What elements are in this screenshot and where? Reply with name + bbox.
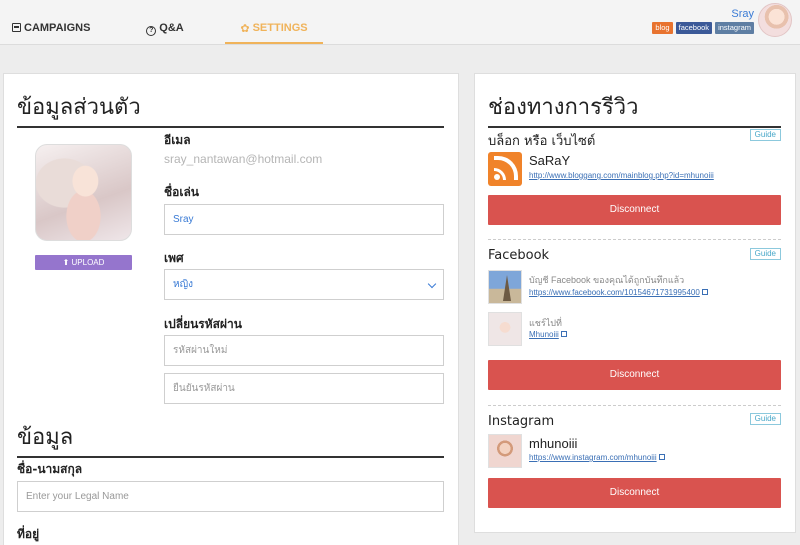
blog-url-link[interactable]: http://www.bloggang.com/mainblog.php?id=… xyxy=(529,171,714,180)
facebook-account-note: บัญชี Facebook ของคุณได้ถูกบันทึกแล้ว xyxy=(529,275,685,285)
divider xyxy=(488,239,781,240)
email-label: อีเมล xyxy=(164,133,191,147)
new-password-input[interactable]: รหัสผ่านใหม่ xyxy=(164,335,444,366)
external-link-icon xyxy=(560,331,567,337)
blog-name: SaRaY xyxy=(529,153,571,168)
confirm-password-input[interactable]: ยืนยันรหัสผ่าน xyxy=(164,373,444,404)
instagram-name: mhunoiii xyxy=(529,436,578,451)
info-title: ข้อมูล xyxy=(17,419,444,458)
blog-badge: blog xyxy=(652,22,673,34)
tab-settings-label: SETTINGS xyxy=(252,22,308,34)
facebook-account-thumbnail xyxy=(488,270,522,304)
personal-info-title: ข้อมูลส่วนตัว xyxy=(17,89,444,128)
tab-settings[interactable]: ✿ SETTINGS xyxy=(225,0,323,44)
instagram-url-link[interactable]: https://www.instagram.com/mhunoiii xyxy=(529,453,665,462)
external-link-icon xyxy=(658,454,665,460)
facebook-share-target: Mhunoiii xyxy=(529,330,559,339)
facebook-badge: facebook xyxy=(675,22,713,34)
question-icon: ? xyxy=(146,26,157,36)
gender-select[interactable]: หญิง xyxy=(164,269,444,300)
gender-select-value: หญิง xyxy=(173,279,193,290)
change-password-label: เปลี่ยนรหัสผ่าน xyxy=(164,317,242,331)
instagram-disconnect-button[interactable]: Disconnect xyxy=(488,478,781,508)
instagram-url: https://www.instagram.com/mhunoiii xyxy=(529,453,657,462)
top-nav: CAMPAIGNS ? Q&A ✿ SETTINGS Sray blog faceb… xyxy=(0,0,800,45)
gear-icon: ✿ xyxy=(240,23,250,35)
facebook-share-label: แชร์ไปที่ xyxy=(529,318,562,328)
facebook-share-link[interactable]: Mhunoiii xyxy=(529,330,567,339)
blog-section-title: บล็อก หรือ เว็บไซต์ xyxy=(488,134,596,149)
tab-qa[interactable]: ? Q&A xyxy=(140,0,190,44)
instagram-badge: instagram xyxy=(715,22,754,34)
address-label: ที่อยู่ xyxy=(17,527,40,541)
upload-button-label: UPLOAD xyxy=(71,258,105,267)
profile-photo xyxy=(35,144,132,241)
legal-name-label: ชื่อ-นามสกุล xyxy=(17,462,83,476)
tab-campaigns-label: CAMPAIGNS xyxy=(24,22,91,34)
instagram-section-title: Instagram xyxy=(488,414,555,429)
email-value: sray_nantawan@hotmail.com xyxy=(164,152,323,166)
tab-qa-label: Q&A xyxy=(159,22,184,34)
instagram-avatar xyxy=(488,434,522,468)
facebook-account-link[interactable]: https://www.facebook.com/101546717319954… xyxy=(529,288,708,297)
nickname-input[interactable]: Sray xyxy=(164,204,444,235)
facebook-account-url: https://www.facebook.com/101546717319954… xyxy=(529,288,700,297)
chevron-down-icon xyxy=(427,279,437,289)
tab-campaigns[interactable]: CAMPAIGNS xyxy=(12,0,92,44)
divider xyxy=(488,405,781,406)
user-avatar[interactable] xyxy=(758,3,792,37)
legal-name-input[interactable]: Enter your Legal Name xyxy=(17,481,444,512)
facebook-section-title: Facebook xyxy=(488,248,550,263)
nickname-label: ชื่อเล่น xyxy=(164,185,200,199)
review-channels-title: ช่องทางการรีวิว xyxy=(488,89,781,128)
upload-button[interactable]: ⬆ UPLOAD xyxy=(35,255,132,270)
user-name[interactable]: Sray xyxy=(731,8,754,20)
external-link-icon xyxy=(701,289,708,295)
facebook-share-thumbnail xyxy=(488,312,522,346)
blog-guide-button[interactable]: Guide xyxy=(749,129,781,141)
blog-disconnect-button[interactable]: Disconnect xyxy=(488,195,781,225)
campaigns-icon xyxy=(12,23,21,32)
instagram-guide-button[interactable]: Guide xyxy=(749,413,781,425)
upload-icon: ⬆ xyxy=(62,258,70,267)
rss-icon xyxy=(488,152,522,186)
user-channel-badges: blog facebook instagram xyxy=(652,22,754,34)
facebook-guide-button[interactable]: Guide xyxy=(749,248,781,260)
gender-label: เพศ xyxy=(164,251,184,265)
facebook-disconnect-button[interactable]: Disconnect xyxy=(488,360,781,390)
